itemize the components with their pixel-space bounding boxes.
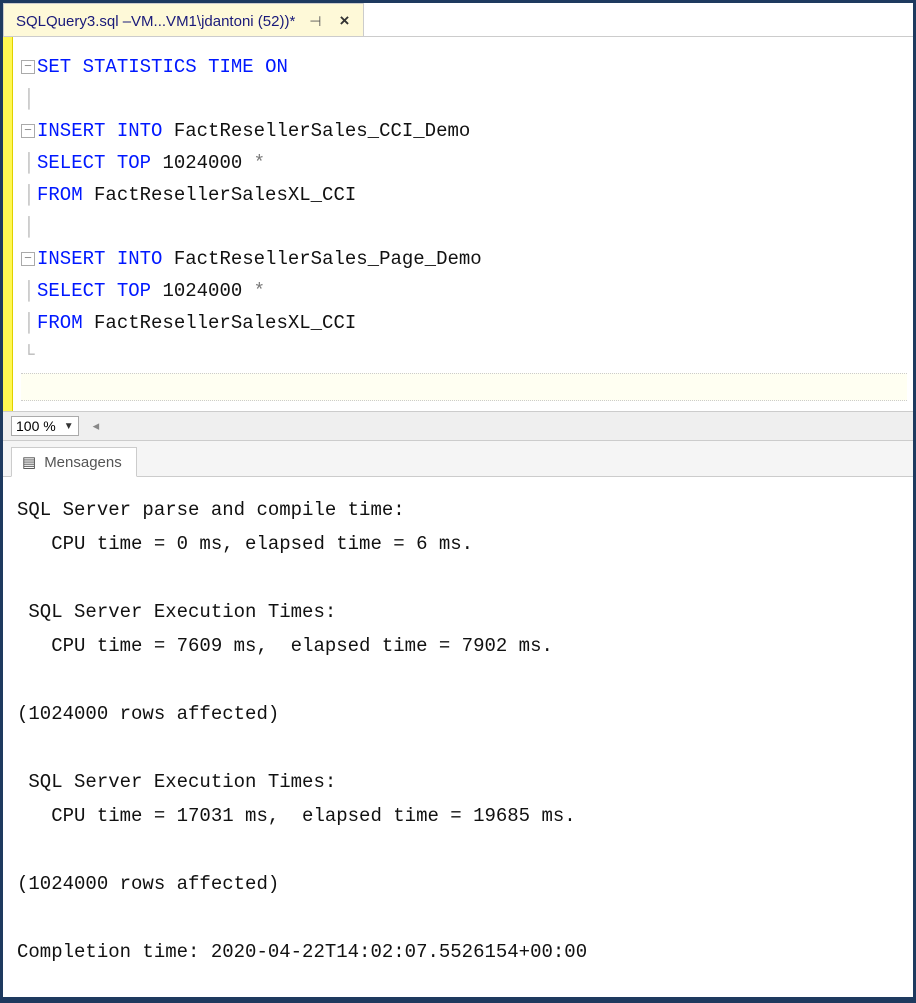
messages-pane[interactable]: SQL Server parse and compile time: CPU t…: [3, 477, 913, 997]
document-tab[interactable]: SQLQuery3.sql –VM...VM1\jdantoni (52))* …: [3, 3, 364, 36]
zoom-value: 100 %: [16, 418, 56, 434]
zoom-select[interactable]: 100 % ▼: [11, 416, 79, 436]
change-margin: [3, 37, 13, 411]
document-tab-title: SQLQuery3.sql –VM...VM1\jdantoni (52))*: [16, 13, 295, 30]
document-tab-bar: SQLQuery3.sql –VM...VM1\jdantoni (52))* …: [3, 3, 913, 37]
close-icon[interactable]: ×: [336, 11, 354, 31]
tab-messages[interactable]: ▤ Mensagens: [11, 447, 137, 477]
pin-icon[interactable]: ⊣: [305, 13, 325, 30]
zoom-bar: 100 % ▼ ◂: [3, 411, 913, 441]
messages-icon: ▤: [22, 453, 36, 471]
editor-row: −SET STATISTICS TIME ON│−INSERT INTO Fac…: [3, 37, 913, 411]
messages-tab-label: Mensagens: [44, 454, 122, 471]
chevron-down-icon: ▼: [64, 421, 74, 432]
ssms-window: SQLQuery3.sql –VM...VM1\jdantoni (52))* …: [3, 3, 913, 997]
results-tab-bar: ▤ Mensagens: [3, 441, 913, 477]
sql-editor[interactable]: −SET STATISTICS TIME ON│−INSERT INTO Fac…: [13, 37, 913, 411]
scroll-left-icon[interactable]: ◂: [93, 418, 100, 434]
